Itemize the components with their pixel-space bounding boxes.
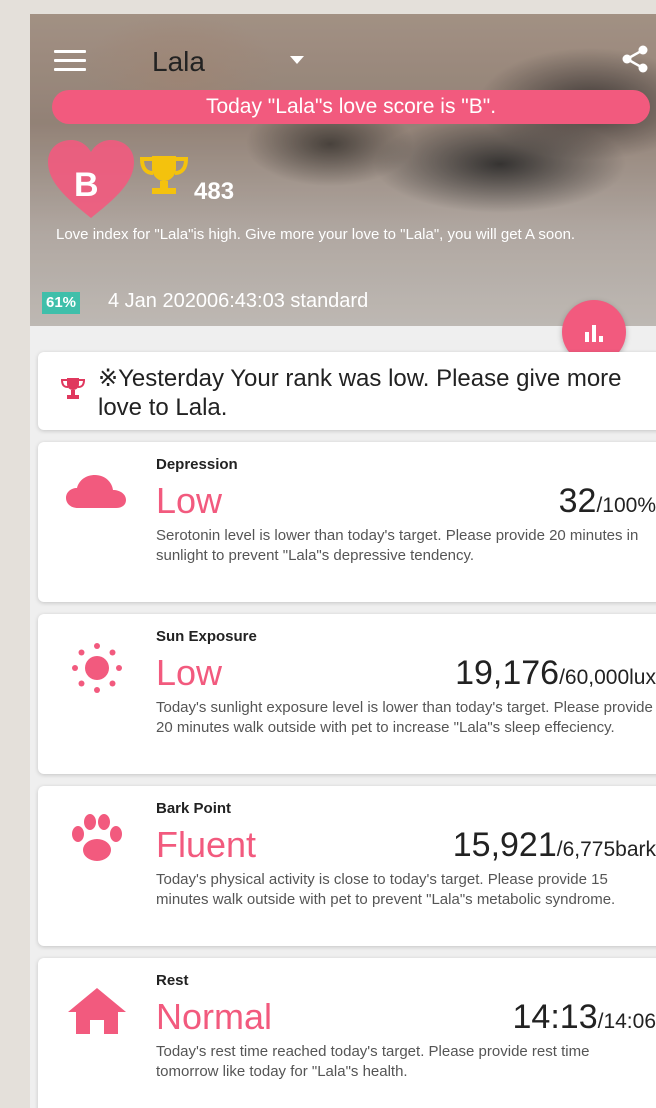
hero-header: Lala Today "Lala"s love score is "B". B	[30, 14, 656, 326]
metric-title: Depression	[156, 456, 238, 473]
app-screen: Lala Today "Lala"s love score is "B". B	[30, 14, 656, 1108]
measurement-timestamp: 4 Jan 202006:43:03 standard	[108, 290, 369, 312]
metric-status: Low	[156, 652, 223, 693]
metric-title: Rest	[156, 972, 189, 989]
rank-notice-text: ※Yesterday Your rank was low. Please giv…	[98, 365, 622, 421]
metric-description: Serotonin level is lower than today's ta…	[156, 527, 639, 564]
home-icon	[68, 988, 126, 1034]
pet-name[interactable]: Lala	[152, 46, 205, 78]
metric-card-rest[interactable]: Rest Normal 14:13/14:06 Today's rest tim…	[38, 958, 656, 1108]
metric-value-unit: /100%	[596, 494, 656, 517]
metric-status: Fluent	[156, 824, 257, 865]
metric-card-sun-exposure[interactable]: Sun Exposure Low 19,176/60,000lux Today'…	[38, 614, 656, 774]
rank-notice-card: ※Yesterday Your rank was low. Please giv…	[38, 352, 656, 430]
metric-value: 15,921/6,775bark	[453, 826, 656, 865]
paw-icon	[72, 814, 122, 861]
metric-value-unit: /60,000lux	[559, 666, 656, 689]
metric-card-depression[interactable]: Depression Low 32/100% Serotonin level i…	[38, 442, 656, 602]
metric-value-number: 19,176	[455, 654, 560, 692]
love-grade-letter: B	[74, 166, 99, 204]
love-grade-badge: B	[46, 138, 136, 222]
metric-status: Low	[156, 480, 223, 521]
cloud-icon	[66, 475, 126, 508]
chevron-down-icon[interactable]	[290, 56, 304, 64]
trophy-count: 483	[194, 178, 235, 205]
sun-icon	[72, 643, 122, 693]
metric-value: 32/100%	[559, 482, 656, 521]
metric-value-number: 15,921	[452, 826, 557, 864]
metric-value-number: 14:13	[512, 998, 598, 1036]
love-score-banner: Today "Lala"s love score is "B".	[52, 90, 650, 124]
hamburger-menu-icon[interactable]	[54, 50, 86, 72]
metric-description: Today's physical activity is close to to…	[156, 871, 616, 908]
metric-value: 14:13/14:06	[513, 998, 656, 1037]
metric-value-number: 32	[558, 482, 597, 520]
love-index-message: Love index for "Lala"is high. Give more …	[56, 226, 576, 243]
metric-value-unit: /14:06	[597, 1010, 656, 1033]
metric-card-bark-point[interactable]: Bark Point Fluent 15,921/6,775bark Today…	[38, 786, 656, 946]
metric-value: 19,176/60,000lux	[455, 654, 656, 693]
metric-value-unit: /6,775bark	[556, 838, 656, 861]
share-icon[interactable]	[620, 44, 650, 74]
metric-description: Today's sunlight exposure level is lower…	[156, 699, 653, 736]
metric-description: Today's rest time reached today's target…	[156, 1043, 590, 1080]
trophy-icon	[138, 154, 190, 196]
metric-title: Bark Point	[156, 800, 232, 817]
battery-badge: 61%	[42, 292, 81, 314]
metric-status: Normal	[156, 996, 273, 1037]
trophy-icon	[60, 378, 86, 399]
metric-title: Sun Exposure	[156, 628, 257, 645]
